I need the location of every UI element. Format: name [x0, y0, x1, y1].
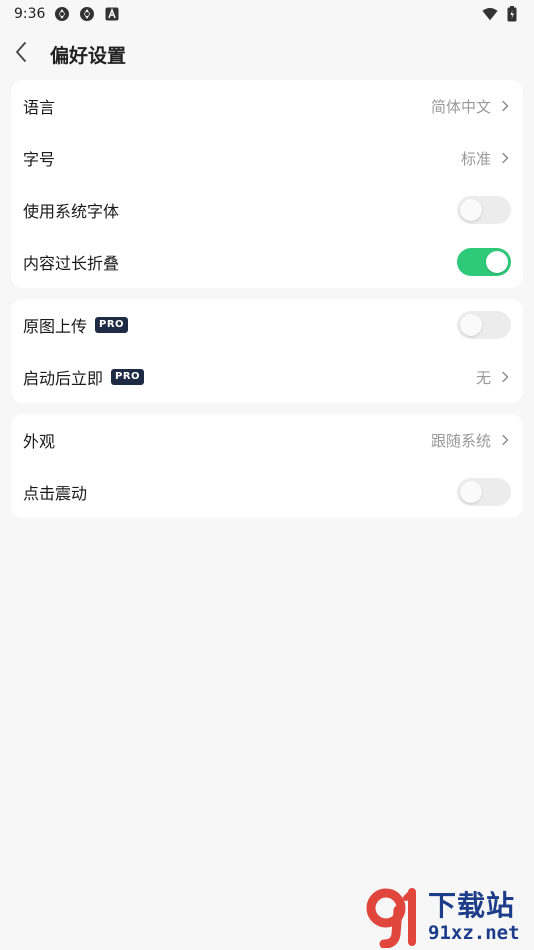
chevron-right-icon	[499, 370, 511, 384]
settings-card-pro: 原图上传 PRO 启动后立即 PRO 无	[11, 299, 523, 403]
chevron-right-icon	[499, 99, 511, 113]
battery-icon	[504, 6, 520, 22]
row-left: 启动后立即 PRO	[23, 365, 145, 389]
row-value: 标准	[460, 149, 491, 168]
row-label: 语言	[23, 98, 56, 117]
header: 偏好设置	[0, 28, 534, 80]
row-label: 点击震动	[23, 484, 88, 503]
row-on-launch[interactable]: 启动后立即 PRO 无	[23, 351, 511, 403]
row-right: 简体中文	[431, 96, 511, 117]
watermark-logo-icon	[366, 888, 416, 948]
settings-card-appearance: 外观 跟随系统 点击震动	[11, 414, 523, 518]
row-label: 字号	[23, 150, 56, 169]
row-language[interactable]: 语言 简体中文	[23, 80, 511, 132]
row-tap-vibration: 点击震动	[23, 466, 511, 518]
row-label: 原图上传	[23, 317, 88, 336]
row-right: 标准	[461, 148, 511, 169]
row-label: 启动后立即	[23, 369, 104, 388]
row-original-upload: 原图上传 PRO	[23, 299, 511, 351]
row-value: 无	[475, 368, 491, 387]
toggle-knob	[460, 199, 482, 221]
row-left: 原图上传 PRO	[23, 313, 129, 337]
watermark-cn: 下载站	[428, 889, 516, 922]
chevron-left-icon	[14, 41, 28, 67]
original-upload-toggle[interactable]	[457, 311, 511, 339]
toggle-knob	[460, 481, 482, 503]
status-time: 9:36	[14, 6, 46, 22]
text-a-icon	[104, 6, 120, 22]
toggle-knob	[486, 251, 508, 273]
chevron-right-icon	[499, 433, 511, 447]
back-button[interactable]	[14, 34, 42, 74]
watermark-url: 91xz.net	[428, 922, 520, 944]
row-collapse-long-content: 内容过长折叠	[23, 236, 511, 288]
watermark-text: 下载站 91xz.net	[428, 889, 520, 945]
status-bar: 9:36	[0, 0, 534, 28]
settings-sync-icon	[79, 6, 95, 22]
row-label: 内容过长折叠	[23, 254, 120, 273]
row-label: 使用系统字体	[23, 202, 120, 221]
pro-badge: PRO	[95, 317, 129, 333]
watermark: 下载站 91xz.net	[362, 886, 530, 948]
system-font-toggle[interactable]	[457, 196, 511, 224]
row-value: 简体中文	[430, 97, 491, 116]
row-font-size[interactable]: 字号 标准	[23, 132, 511, 184]
status-left: 9:36	[14, 6, 120, 22]
tap-vibration-toggle[interactable]	[457, 478, 511, 506]
wifi-icon	[482, 6, 498, 22]
status-right	[482, 6, 520, 22]
row-label: 外观	[23, 432, 56, 451]
row-value: 跟随系统	[430, 431, 491, 450]
page-title: 偏好设置	[50, 44, 127, 67]
row-system-font: 使用系统字体	[23, 184, 511, 236]
chevron-right-icon	[499, 151, 511, 165]
collapse-long-content-toggle[interactable]	[457, 248, 511, 276]
pro-badge: PRO	[111, 369, 145, 385]
settings-card-general: 语言 简体中文 字号 标准 使用系统字体 内容过长折叠	[11, 80, 523, 288]
toggle-knob	[460, 314, 482, 336]
row-appearance[interactable]: 外观 跟随系统	[23, 414, 511, 466]
row-right: 跟随系统	[431, 430, 511, 451]
row-right: 无	[476, 367, 511, 388]
settings-sync-icon	[54, 6, 70, 22]
